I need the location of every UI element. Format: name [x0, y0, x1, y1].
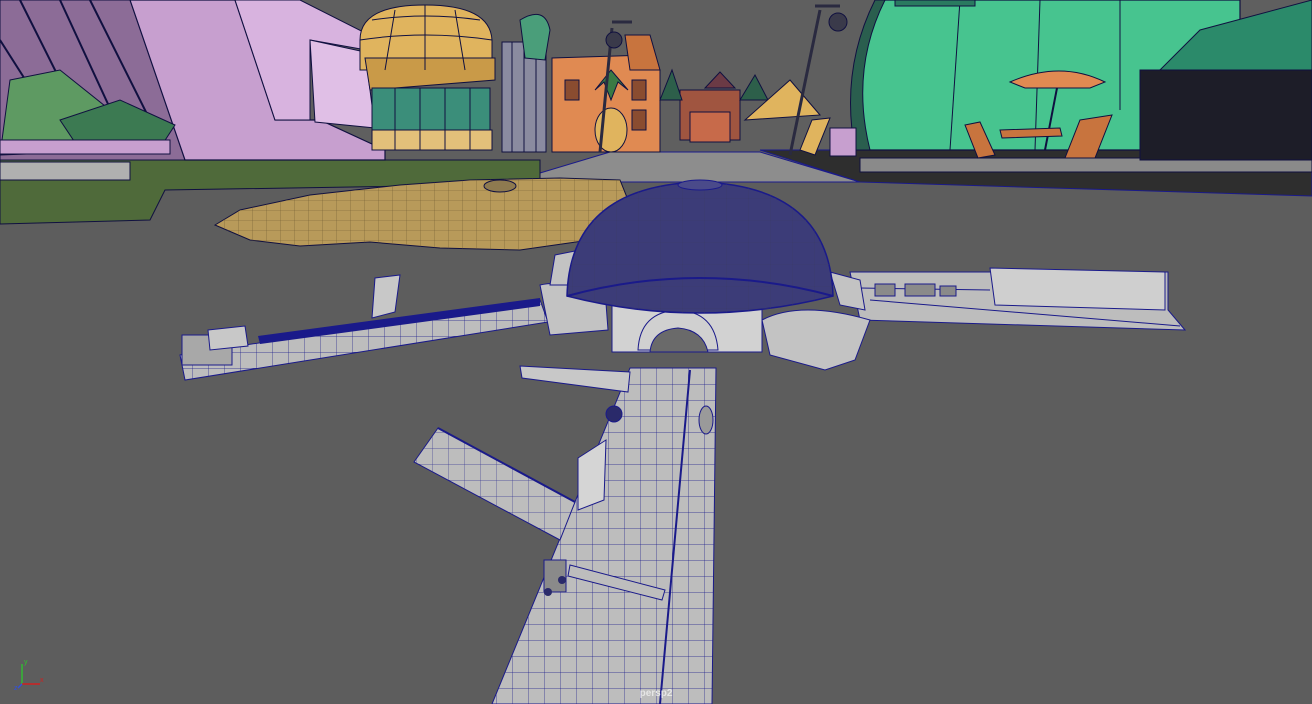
walkway-robot [543, 559, 567, 596]
yellow-dome-building [359, 4, 496, 151]
3d-scene-wireframe[interactable] [0, 0, 1312, 704]
svg-text:x: x [40, 677, 44, 684]
camera-name-label: persp2 [639, 688, 673, 699]
pink-building [0, 0, 396, 161]
maya-viewport-persp2[interactable]: y x z persp2 [0, 0, 1312, 704]
svg-text:y: y [24, 659, 28, 666]
axis-gizmo: y x z [14, 659, 44, 690]
right-catwalk-arm [849, 267, 1187, 331]
